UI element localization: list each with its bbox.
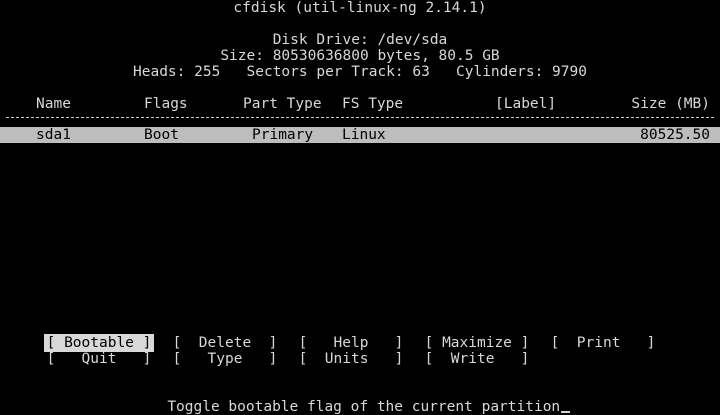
column-header-size: Size (MB) — [631, 96, 710, 112]
partition-fs-type: Linux — [342, 127, 386, 143]
partition-name: sda1 — [36, 127, 71, 143]
disk-geometry-label: Heads: 255 Sectors per Track: 63 Cylinde… — [133, 64, 587, 80]
text-cursor — [561, 411, 571, 413]
bootable-button[interactable]: [ Bootable ] — [44, 334, 154, 352]
partition-size: 80525.50 — [640, 127, 710, 143]
table-header: Name Flags Part Type FS Type [Label] Siz… — [0, 96, 720, 112]
maximize-button[interactable]: [ Maximize ] — [423, 335, 531, 351]
status-message: Toggle bootable flag of the current part… — [167, 399, 561, 415]
write-button[interactable]: [ Write ] — [423, 351, 531, 367]
disk-size-label: Size: 80530636800 bytes, 80.5 GB — [220, 48, 500, 64]
partition-row-sda1[interactable]: sda1 Boot Primary Linux 80525.50 — [0, 127, 720, 143]
partition-type: Primary — [252, 127, 314, 143]
app-title: cfdisk (util-linux-ng 2.14.1) — [233, 0, 487, 16]
column-header-name: Name — [36, 96, 71, 112]
units-button[interactable]: [ Units ] — [297, 351, 405, 367]
delete-button[interactable]: [ Delete ] — [171, 335, 279, 351]
column-header-fs-type: FS Type — [342, 96, 404, 112]
quit-button[interactable]: [ Quit ] — [45, 351, 153, 367]
print-button[interactable]: [ Print ] — [549, 335, 657, 351]
type-button[interactable]: [ Type ] — [171, 351, 279, 367]
status-line: Toggle bootable flag of the current part… — [0, 383, 720, 415]
help-button[interactable]: [ Help ] — [297, 335, 405, 351]
table-separator — [6, 117, 714, 118]
column-header-label: [Label] — [495, 96, 557, 112]
column-header-flags: Flags — [144, 96, 188, 112]
column-header-part-type: Part Type — [243, 96, 322, 112]
disk-drive-label: Disk Drive: /dev/sda — [272, 32, 448, 48]
partition-flags: Boot — [144, 127, 179, 143]
